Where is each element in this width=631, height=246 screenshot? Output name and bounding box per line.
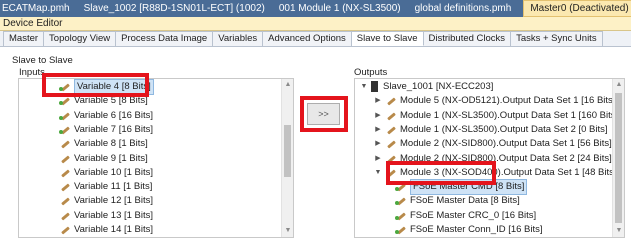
tab-slave-to-slave[interactable]: Slave to Slave bbox=[351, 31, 424, 46]
doc-tab-master0-label: Master0 (Deactivated) bbox=[530, 2, 629, 14]
doc-tab-ecatmap[interactable]: ECATMap.pmh bbox=[0, 0, 82, 17]
input-row-variable-15[interactable]: Variable 15 [1 Bits] bbox=[59, 235, 153, 239]
variable-icon bbox=[59, 138, 71, 150]
highlight-box-output bbox=[386, 161, 496, 185]
scroll-down-icon[interactable]: ▼ bbox=[282, 225, 293, 237]
inputs-scrollbar[interactable]: ▲ ▼ bbox=[281, 79, 293, 237]
doc-tab-master0[interactable]: Master0 (Deactivated) ⊕ ✕ bbox=[523, 0, 631, 17]
tab-process-data-image[interactable]: Process Data Image bbox=[116, 31, 214, 46]
highlight-box-transfer bbox=[300, 96, 348, 132]
doc-tab-slave-1002[interactable]: Slave_1002 [R88D-1SN01L-ECT] (1002) bbox=[82, 0, 277, 17]
inputs-label: Inputs bbox=[19, 67, 45, 78]
editor-sub-tabs: Master Topology View Process Data Image … bbox=[0, 31, 631, 47]
collapse-icon[interactable]: ▼ bbox=[373, 164, 383, 181]
outputs-scrollbar[interactable]: ▲ ▼ bbox=[612, 79, 624, 237]
variable-green-icon bbox=[395, 224, 407, 236]
section-title: Slave to Slave bbox=[12, 55, 73, 66]
variable-icon bbox=[385, 110, 397, 122]
scroll-thumb[interactable] bbox=[615, 93, 622, 223]
variable-icon bbox=[59, 238, 71, 239]
inputs-rows: Variable 4 [8 Bits] Variable 5 [8 Bits] … bbox=[19, 79, 281, 237]
document-tab-strip: ECATMap.pmh Slave_1002 [R88D-1SN01L-ECT]… bbox=[0, 0, 631, 17]
tab-topology-view[interactable]: Topology View bbox=[44, 31, 117, 46]
collapse-icon[interactable]: ▼ bbox=[359, 79, 369, 95]
variable-green-icon bbox=[59, 110, 71, 122]
tab-master[interactable]: Master bbox=[3, 31, 45, 46]
variable-green-icon bbox=[395, 195, 407, 207]
tab-distributed-clocks[interactable]: Distributed Clocks bbox=[423, 31, 512, 46]
inputs-tree[interactable]: Variable 4 [8 Bits] Variable 5 [8 Bits] … bbox=[18, 78, 294, 238]
output-row-module-3-set-2[interactable]: ▶ Module 3 (NX-SOD400).Output Data Set 2 … bbox=[373, 235, 617, 239]
variable-icon bbox=[59, 153, 71, 165]
variable-icon bbox=[59, 167, 71, 179]
variable-green-icon bbox=[59, 124, 71, 136]
variable-icon bbox=[385, 238, 397, 239]
scroll-up-icon[interactable]: ▲ bbox=[613, 79, 624, 91]
tab-tasks-sync-units[interactable]: Tasks + Sync Units bbox=[511, 31, 603, 46]
tab-variables[interactable]: Variables bbox=[213, 31, 264, 46]
doc-tab-module-1[interactable]: 001 Module 1 (NX-SL3500) bbox=[277, 0, 413, 17]
output-row-label: Module 3 (NX-SOD400).Output Data Set 2 [… bbox=[400, 235, 617, 237]
scroll-up-icon[interactable]: ▲ bbox=[282, 79, 293, 91]
variable-icon bbox=[59, 181, 71, 193]
variable-icon bbox=[385, 95, 397, 107]
highlight-box-input bbox=[42, 73, 149, 97]
input-row-label: Variable 15 [1 Bits] bbox=[74, 235, 153, 237]
scroll-thumb[interactable] bbox=[284, 125, 291, 177]
variable-icon bbox=[59, 224, 71, 236]
editor-title: Device Editor bbox=[0, 17, 631, 31]
outputs-tree[interactable]: ▼ Slave_1001 [NX-ECC203] ▶ Module 5 (NX-OD… bbox=[354, 78, 625, 238]
variable-icon bbox=[59, 210, 71, 222]
variable-green-icon bbox=[395, 210, 407, 222]
outputs-label: Outputs bbox=[354, 67, 388, 78]
scroll-down-icon[interactable]: ▼ bbox=[613, 225, 624, 237]
outputs-rows: ▼ Slave_1001 [NX-ECC203] ▶ Module 5 (NX-OD… bbox=[355, 79, 618, 237]
doc-tab-global-definitions[interactable]: global definitions.pmh bbox=[413, 0, 524, 17]
variable-icon bbox=[385, 138, 397, 150]
variable-icon bbox=[59, 195, 71, 207]
device-icon bbox=[371, 81, 378, 92]
tab-advanced-options[interactable]: Advanced Options bbox=[263, 31, 352, 46]
expand-icon[interactable]: ▶ bbox=[373, 235, 383, 237]
variable-icon bbox=[385, 124, 397, 136]
